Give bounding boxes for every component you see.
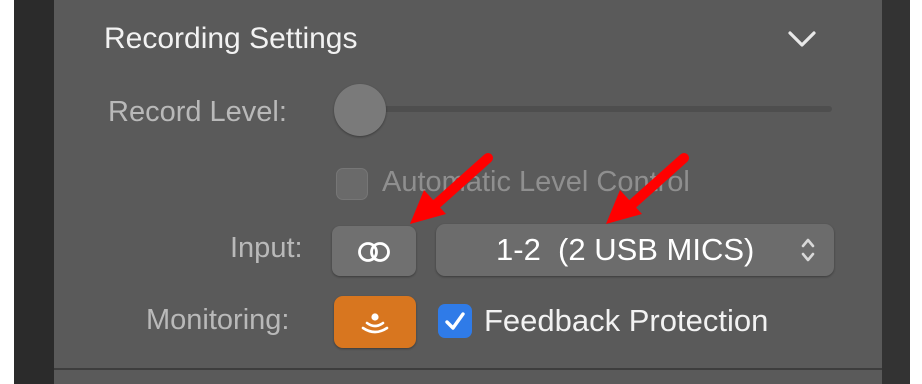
input-label: Input:	[230, 232, 303, 264]
up-down-chevron-icon	[801, 238, 815, 262]
record-level-slider[interactable]	[350, 106, 832, 112]
monitoring-icon	[361, 313, 389, 334]
automatic-level-control-label: Automatic Level Control	[382, 166, 690, 198]
input-source-value: 1-2 (2 USB MICS)	[496, 232, 755, 267]
right-dark-edge	[882, 0, 910, 384]
checkmark-icon	[445, 312, 465, 330]
automatic-level-control-checkbox[interactable]	[336, 168, 368, 200]
section-divider	[54, 368, 882, 370]
stereo-icon	[358, 242, 390, 262]
monitoring-label: Monitoring:	[146, 304, 290, 336]
screenshot-frame: Recording Settings Record Level: Automat…	[0, 0, 922, 384]
section-title: Recording Settings	[104, 22, 358, 55]
left-dark-edge	[14, 0, 54, 384]
record-level-slider-knob[interactable]	[334, 84, 386, 136]
feedback-protection-label: Feedback Protection	[484, 303, 769, 338]
record-level-label: Record Level:	[108, 96, 287, 128]
chevron-down-icon[interactable]	[786, 28, 818, 50]
left-margin	[0, 0, 14, 384]
